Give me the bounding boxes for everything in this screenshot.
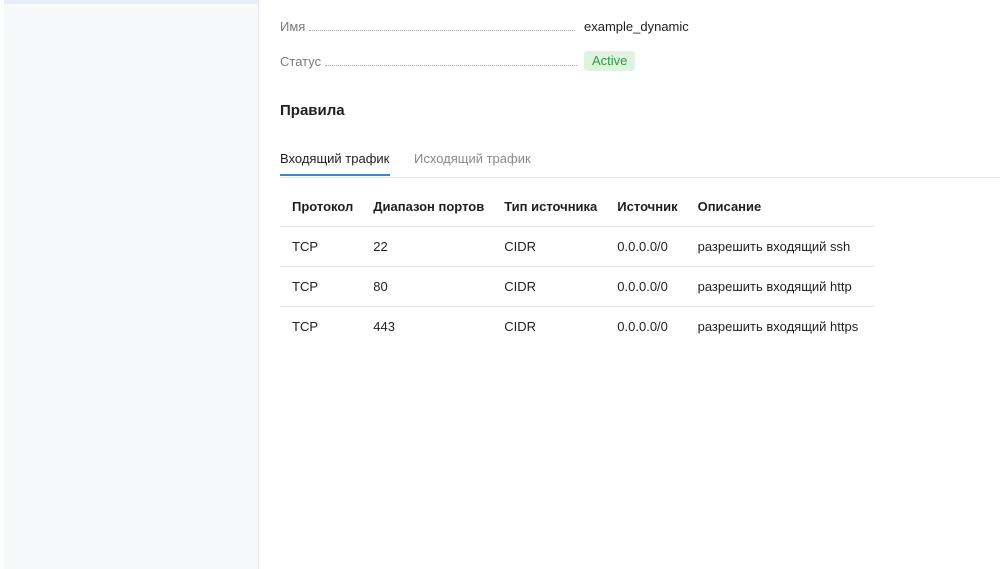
table-row: TCP 80 CIDR 0.0.0.0/0 разрешить входящий… xyxy=(280,266,874,307)
table-header-row: Протокол Диапазон портов Тип источника И… xyxy=(280,187,874,227)
cell-source: 0.0.0.0/0 xyxy=(605,266,686,307)
tab-outgoing-traffic[interactable]: Исходящий трафик xyxy=(414,151,531,166)
page: Имя example_dynamic Статус Active Правил… xyxy=(0,0,1000,569)
active-tab-indicator xyxy=(280,174,390,176)
column-header-port-range: Диапазон портов xyxy=(361,187,493,227)
cell-source-type: CIDR xyxy=(492,226,606,267)
table-row: TCP 22 CIDR 0.0.0.0/0 разрешить входящий… xyxy=(280,226,874,267)
cell-port-range: 22 xyxy=(361,226,493,267)
main-content: Имя example_dynamic Статус Active Правил… xyxy=(280,0,1000,569)
cell-description: разрешить входящий http xyxy=(685,266,874,307)
status-dotted-leader xyxy=(325,64,578,66)
cell-source: 0.0.0.0/0 xyxy=(617,319,668,334)
status-property: Статус Active xyxy=(280,50,700,72)
status-label: Статус xyxy=(280,53,322,69)
cell-source-type: CIDR xyxy=(504,319,536,334)
name-value: example_dynamic xyxy=(584,18,689,34)
cell-description: разрешить входящий https xyxy=(697,319,859,334)
cell-protocol: TCP xyxy=(280,266,362,307)
rules-section-title: Правила xyxy=(280,102,345,119)
cell-protocol: TCP xyxy=(280,226,362,267)
cell-port-range: 443 xyxy=(373,319,395,334)
rules-table: Протокол Диапазон портов Тип источника И… xyxy=(280,187,874,346)
tab-incoming-traffic[interactable]: Входящий трафик xyxy=(280,151,389,166)
column-header-source-type: Тип источника xyxy=(492,187,606,227)
cell-source-type: CIDR xyxy=(492,266,606,307)
cell-description: разрешить входящий ssh xyxy=(685,226,874,267)
name-label: Имя xyxy=(280,18,306,34)
name-property: Имя example_dynamic xyxy=(280,15,700,37)
sidebar xyxy=(4,0,259,569)
traffic-tabs: Входящий трафик Исходящий трафик xyxy=(280,146,1000,178)
column-header-protocol: Протокол xyxy=(280,187,362,227)
cell-port-range: 80 xyxy=(361,266,493,307)
cell-protocol: TCP xyxy=(292,319,318,334)
sidebar-active-item[interactable] xyxy=(4,0,259,4)
column-header-description: Описание xyxy=(685,187,874,227)
table-row: TCP 443 CIDR 0.0.0.0/0 разрешить входящи… xyxy=(280,307,874,347)
status-badge: Active xyxy=(584,51,636,71)
column-header-source: Источник xyxy=(605,187,686,227)
name-dotted-leader xyxy=(309,29,576,31)
cell-source: 0.0.0.0/0 xyxy=(605,226,686,267)
